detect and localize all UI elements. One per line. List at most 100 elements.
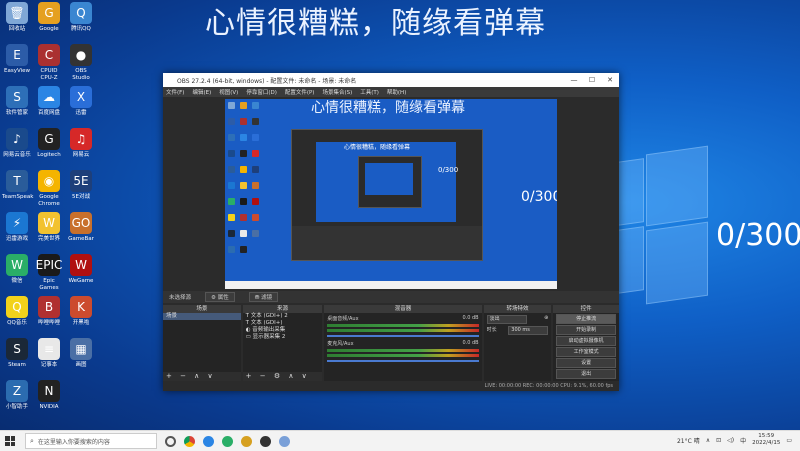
desktop-icon[interactable]: K 开黑啦	[66, 296, 96, 327]
transition-select[interactable]: 淡出	[486, 315, 527, 324]
desktop-icon[interactable]: ☁ 百度网盘	[34, 86, 64, 117]
desktop-icon-label: OBS Studio	[72, 68, 90, 81]
desktop-icon[interactable]: EPIC Epic Games	[34, 254, 64, 292]
stop-stream-button[interactable]: 停止推流	[556, 314, 616, 324]
volume-slider[interactable]	[327, 335, 479, 337]
no-source-label: 未选择源	[169, 295, 192, 301]
desktop-icon[interactable]: C CPUID CPU-Z	[34, 44, 64, 82]
scenes-footer[interactable]: + − ∧ ∨	[163, 372, 241, 381]
obs-menubar: 文件(F) 编辑(E) 视图(V) 停靠窗口(D) 配置文件(P) 场景集合(S) 工具(T…	[163, 87, 619, 97]
obs-titlebar[interactable]: OBS 27.2.4 (64-bit, windows) - 配置文件: 未命名…	[163, 73, 619, 87]
source-item[interactable]: T 文本 (GDI+) 2	[243, 313, 323, 320]
app-icon: Q	[70, 2, 92, 24]
desktop-icon[interactable]: Q 腾讯QQ	[66, 2, 96, 33]
desktop-icon[interactable]: ▦ 画图	[66, 338, 96, 369]
menu-item[interactable]: 工具(T)	[360, 88, 379, 96]
weather-label[interactable]: 21°C 晴	[677, 436, 700, 445]
menu-item[interactable]: 编辑(E)	[192, 88, 211, 96]
settings-button[interactable]: 设置	[556, 358, 616, 368]
menu-item[interactable]: 停靠窗口(D)	[246, 88, 277, 96]
preview-app-icon	[252, 118, 259, 125]
desktop-icon-label: 网易云音乐	[3, 152, 31, 158]
virtual-camera-button[interactable]: 启动虚拟摄像机	[556, 336, 616, 346]
desktop-icon[interactable]: E EasyView	[2, 44, 32, 75]
desktop-icon[interactable]: X 迅雷	[66, 86, 96, 117]
folder-icon[interactable]	[241, 435, 252, 447]
network-icon[interactable]: ⊡	[716, 437, 721, 444]
preview-app-icon	[252, 230, 259, 237]
desktop-icon[interactable]: S Steam	[2, 338, 32, 369]
preview-app-icon	[228, 214, 235, 221]
volume-slider[interactable]	[327, 360, 479, 362]
desktop-icon[interactable]: Q QQ音乐	[2, 296, 32, 327]
source-item[interactable]: T 文本 (GDI+)	[243, 320, 323, 327]
desktop-icon[interactable]: 5E 5E对战	[66, 170, 96, 201]
desktop-icon[interactable]: B 哔哩哔哩	[34, 296, 64, 327]
menu-item[interactable]: 文件(F)	[166, 88, 184, 96]
obs-window[interactable]: OBS 27.2.4 (64-bit, windows) - 配置文件: 未命名…	[163, 73, 619, 391]
desktop-icon[interactable]: G Google	[34, 2, 64, 33]
mixer-dock: 混音器 桌面音频/Aux 0.0 dB 麦克风/Aux 0.0 dB	[324, 305, 482, 381]
app-icon: S	[6, 86, 28, 108]
clock[interactable]: 15:59 2022/4/15	[752, 433, 780, 447]
app-icon: X	[70, 86, 92, 108]
obs-taskbar-icon[interactable]	[260, 435, 271, 447]
app-icon: 🗑	[6, 2, 28, 24]
taskbar-search[interactable]: ⌕ 在这里输入你要搜索的内容	[25, 433, 157, 449]
menu-item[interactable]: 配置文件(P)	[285, 88, 315, 96]
start-recording-button[interactable]: 开始录制	[556, 325, 616, 335]
desktop-icon[interactable]: S 软件管家	[2, 86, 32, 117]
obs-preview[interactable]: 心情很糟糕，随缘看弹幕 0/300 心情很糟糕，随缘看弹幕 0/300	[225, 99, 557, 289]
desktop-icon[interactable]: ◉ Google Chrome	[34, 170, 64, 208]
notification-icon[interactable]: ▭	[786, 437, 792, 444]
close-icon[interactable]: ✕	[601, 76, 619, 84]
add-transition-icon[interactable]: ⊕	[544, 315, 548, 324]
input-language[interactable]: 中	[740, 436, 746, 445]
desktop-icon[interactable]: W 微信	[2, 254, 32, 285]
sources-footer[interactable]: + − ⚙ ∧ ∨	[242, 372, 323, 381]
menu-item[interactable]: 视图(V)	[219, 88, 238, 96]
desktop-icon[interactable]: 🗑 回收站	[2, 2, 32, 33]
preview-app-icon	[240, 182, 247, 189]
tray-up-icon[interactable]: ∧	[706, 437, 710, 444]
browser-icon[interactable]	[203, 435, 214, 447]
scene-item[interactable]: 场景	[163, 313, 241, 320]
properties-button[interactable]: ⚙ 属性	[205, 292, 235, 302]
desktop-icon[interactable]: GO GameBar	[66, 212, 96, 243]
desktop-icon[interactable]: W 完美世界	[34, 212, 64, 243]
duration-input[interactable]: 300 ms	[508, 326, 549, 335]
app-icon: ≡	[38, 338, 60, 360]
desktop-icon-label: WeGame	[68, 278, 94, 284]
desktop-icon[interactable]: ♪ 网易云音乐	[2, 128, 32, 159]
minimize-icon[interactable]: —	[565, 76, 583, 84]
preview-app-icon	[240, 214, 247, 221]
task-view-icon[interactable]	[165, 435, 176, 447]
exit-button[interactable]: 退出	[556, 369, 616, 379]
desktop-icon[interactable]: W WeGame	[66, 254, 96, 285]
maximize-icon[interactable]: ☐	[583, 76, 601, 84]
volume-icon[interactable]: ◁)	[727, 437, 734, 444]
source-item[interactable]: ▭ 显示器采集 2	[243, 334, 323, 341]
wechat-icon[interactable]	[222, 435, 233, 447]
desktop-icon-label: 微信	[11, 278, 23, 284]
mixer-title: 混音器	[324, 305, 482, 313]
menu-item[interactable]: 场景集合(S)	[322, 88, 352, 96]
desktop-icon[interactable]: Z 小智助手	[2, 380, 32, 411]
start-icon[interactable]	[5, 436, 15, 446]
desktop-icon[interactable]: T TeamSpeak	[2, 170, 33, 201]
desktop-icon[interactable]: ⚡ 迅雷游戏	[2, 212, 32, 243]
filters-button[interactable]: ⛃ 滤镜	[248, 292, 279, 302]
menu-item[interactable]: 帮助(H)	[387, 88, 406, 96]
source-item[interactable]: ◐ 音频输出采集	[243, 327, 323, 334]
desktop-icon-label: 迅雷	[75, 110, 87, 116]
chrome-icon[interactable]	[184, 435, 195, 447]
app-icon: ♫	[70, 128, 92, 150]
app-icon[interactable]	[279, 435, 290, 447]
desktop-icon[interactable]: N NVIDIA	[34, 380, 64, 411]
desktop-icon[interactable]: ● OBS Studio	[66, 44, 96, 82]
desktop-icon[interactable]: G Logitech	[34, 128, 64, 159]
desktop-icon[interactable]: ♫ 网易云	[66, 128, 96, 159]
desktop-icon[interactable]: ≡ 记事本	[34, 338, 64, 369]
transitions-dock: 转场特效 淡出 ⊕ 时长 300 ms	[483, 305, 552, 381]
studio-mode-button[interactable]: 工作室模式	[556, 347, 616, 357]
